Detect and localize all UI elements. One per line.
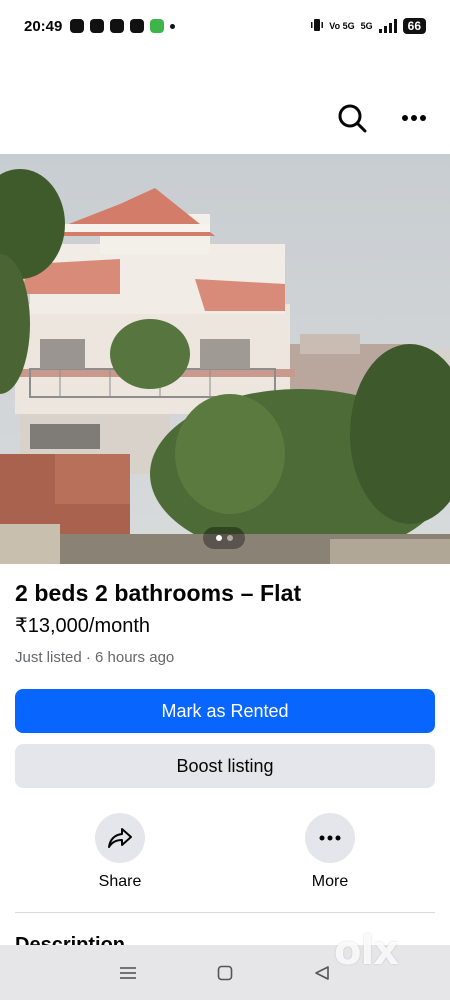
notification-icons — [70, 19, 176, 33]
vibrate-icon — [311, 18, 324, 34]
recent-apps-button[interactable] — [108, 953, 148, 993]
more-label: More — [311, 873, 349, 890]
share-action[interactable]: Share — [70, 813, 170, 891]
menu-icon — [120, 966, 137, 979]
listing-title: 2 beds 2 bathrooms – Flat — [15, 580, 302, 606]
header-actions — [334, 100, 432, 136]
volte-label: Vo 5G — [329, 21, 355, 31]
more-button[interactable] — [305, 813, 355, 863]
share-icon — [108, 828, 132, 848]
status-bar: 20:49 Vo 5G 5G 66 — [0, 0, 450, 52]
network-label: 5G — [360, 21, 373, 31]
more-horizontal-icon — [319, 835, 341, 841]
more-action[interactable]: More — [280, 813, 380, 891]
square-icon — [217, 965, 233, 980]
listing-price: ₹13,000/month — [15, 615, 151, 637]
olx-watermark: olx — [334, 928, 399, 974]
back-triangle-icon — [314, 965, 329, 980]
search-button[interactable] — [334, 100, 370, 136]
share-label: Share — [98, 873, 142, 890]
home-button[interactable] — [205, 953, 245, 993]
app-notification-icon — [150, 19, 165, 33]
listing-photo[interactable] — [0, 154, 450, 564]
photo-carousel-indicator[interactable] — [203, 527, 245, 549]
app-notification-icon — [90, 19, 105, 33]
house-photo-illustration — [0, 154, 450, 564]
more-horizontal-icon — [402, 115, 426, 121]
more-notifications-icon — [170, 23, 176, 29]
search-icon — [338, 104, 367, 133]
mark-as-rented-button[interactable]: Mark as Rented — [15, 689, 435, 733]
app-notification-icon — [130, 19, 145, 33]
share-button[interactable] — [95, 813, 145, 863]
signal-icon — [378, 19, 397, 33]
battery-indicator: 66 — [402, 18, 426, 34]
app-notification-icon — [110, 19, 125, 33]
boost-listing-button[interactable]: Boost listing — [15, 744, 435, 788]
status-time: 20:49 — [24, 17, 63, 35]
section-divider — [15, 912, 435, 913]
system-icons: Vo 5G 5G 66 — [311, 18, 426, 34]
listing-time: Just listed · 6 hours ago — [15, 649, 175, 666]
more-options-button[interactable] — [396, 100, 432, 136]
carousel-dot[interactable] — [226, 535, 233, 541]
carousel-dot-active[interactable] — [215, 535, 222, 541]
chat-notification-icon — [70, 19, 85, 33]
